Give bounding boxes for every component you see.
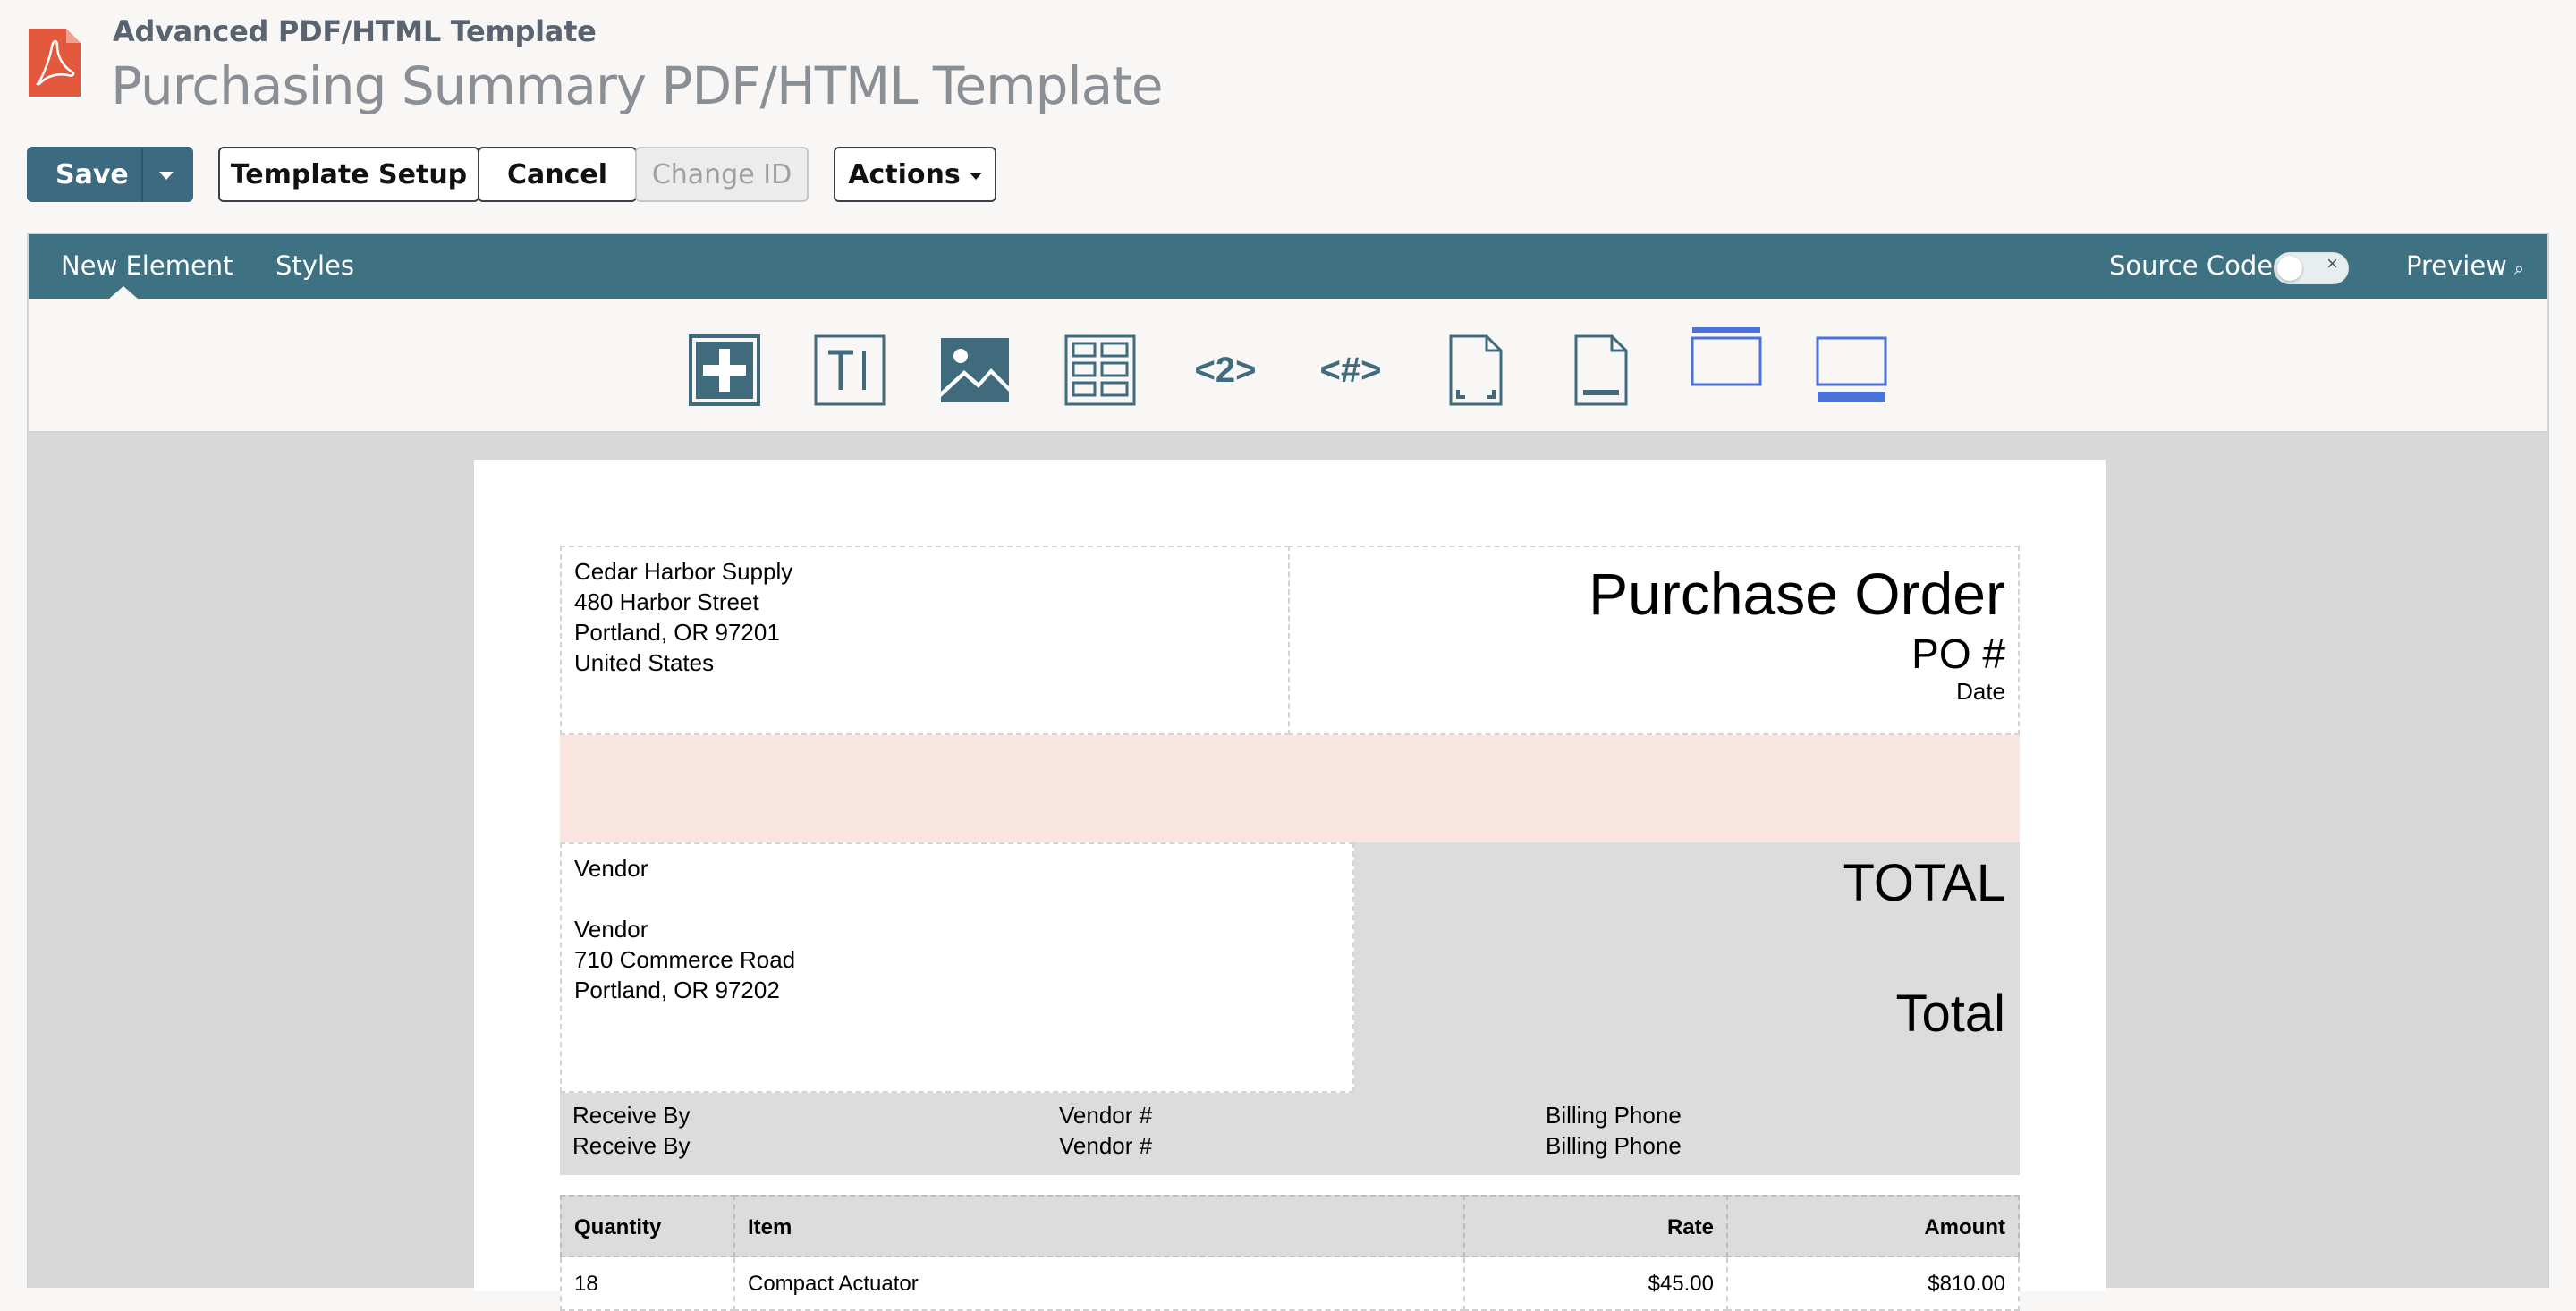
order-info-row[interactable]: Receive By Receive By Vendor # Vendor # … [560, 1093, 2020, 1175]
add-element-icon[interactable] [689, 334, 760, 406]
image-icon[interactable] [939, 334, 1011, 406]
table-cell-amount: $810.00 [1726, 1257, 2020, 1311]
vendor-block[interactable]: Vendor Vendor 710 Commerce Road Portland… [560, 842, 1354, 1093]
column-header-quantity: Quantity [560, 1195, 735, 1257]
table-icon[interactable] [1064, 334, 1136, 406]
total-label: TOTAL [1843, 854, 2005, 912]
highlight-band[interactable] [560, 735, 2020, 842]
page-footer-icon[interactable] [1565, 334, 1637, 406]
actions-button[interactable]: Actions [834, 147, 996, 202]
vendor-city: Portland, OR 97202 [574, 977, 780, 1003]
toggle-knob [2277, 256, 2302, 281]
company-country: United States [574, 649, 715, 676]
receive-by-column: Receive By Receive By [572, 1100, 691, 1161]
vendor-heading: Vendor [574, 855, 648, 882]
po-title: Purchase Order [1589, 561, 2005, 627]
company-street: 480 Harbor Street [574, 588, 759, 615]
vendor-number-label: Vendor # [1059, 1102, 1153, 1129]
po-number: PO # [1911, 630, 2005, 677]
toggle-off-icon: × [2326, 252, 2338, 275]
actions-label: Actions [848, 158, 961, 190]
table-cell-item: Compact Actuator [733, 1257, 1465, 1311]
template-editor: New Element Styles Source Code × Preview… [27, 233, 2549, 1311]
cancel-button[interactable]: Cancel [478, 147, 637, 202]
items-table[interactable]: Quantity Item Rate Amount 18 Compact Act… [560, 1195, 2020, 1311]
vendor-name: Vendor [574, 916, 648, 943]
table-cell-quantity: 18 [560, 1257, 735, 1311]
save-button[interactable]: Save [27, 147, 193, 202]
company-name: Cedar Harbor Supply [574, 558, 793, 585]
source-code-toggle[interactable]: × [2274, 252, 2349, 284]
column-header-rate: Rate [1463, 1195, 1728, 1257]
app-subtitle: Advanced PDF/HTML Template [113, 14, 597, 48]
magnifier-icon: ⌕ [2513, 258, 2525, 279]
save-divider [141, 148, 143, 202]
receive-by-value: Receive By [572, 1132, 691, 1159]
company-address-block[interactable]: Cedar Harbor Supply 480 Harbor Street Po… [560, 546, 1290, 735]
save-label: Save [55, 158, 129, 190]
table-cell-rate: $45.00 [1463, 1257, 1728, 1311]
source-code-label: Source Code [2109, 250, 2274, 281]
po-heading-block[interactable]: Purchase Order PO # Date [1288, 546, 2020, 735]
vendor-street: 710 Commerce Road [574, 946, 796, 973]
page-title: Purchasing Summary PDF/HTML Template [111, 55, 1164, 116]
preview-button[interactable]: Preview ⌕ [2406, 250, 2524, 281]
vendor-number-column: Vendor # Vendor # [1059, 1100, 1152, 1161]
element-toolbar: <2> <#> [29, 299, 2547, 433]
billing-phone-value: Billing Phone [1546, 1132, 1682, 1159]
editor-tab-bar: New Element Styles Source Code × Preview… [29, 234, 2547, 299]
actions-dropdown-icon [969, 173, 982, 180]
vendor-spacer [574, 884, 1340, 914]
billing-phone-label: Billing Phone [1546, 1102, 1682, 1129]
pdf-file-icon [29, 29, 80, 97]
footer-icon[interactable] [1816, 336, 1887, 408]
po-date: Date [1956, 678, 2005, 705]
save-dropdown-icon[interactable] [159, 172, 174, 180]
app-header: Advanced PDF/HTML Template Purchasing Su… [0, 0, 2576, 134]
total-value: Total [1895, 985, 2005, 1043]
change-id-button: Change ID [635, 147, 809, 202]
column-header-amount: Amount [1726, 1195, 2020, 1257]
tab-new-element[interactable]: New Element [61, 250, 233, 281]
page-body-icon[interactable] [1440, 334, 1512, 406]
tab-styles[interactable]: Styles [275, 250, 354, 281]
company-city: Portland, OR 97201 [574, 619, 780, 646]
receive-by-label: Receive By [572, 1102, 691, 1129]
preview-label: Preview [2406, 250, 2507, 281]
header-icon[interactable] [1690, 326, 1762, 397]
template-page: Cedar Harbor Supply 480 Harbor Street Po… [474, 460, 2106, 1311]
template-setup-button[interactable]: Template Setup [218, 147, 479, 202]
field-icon[interactable]: <2> [1188, 334, 1263, 406]
vendor-number-value: Vendor # [1059, 1132, 1153, 1159]
text-icon[interactable] [814, 334, 886, 406]
page-number-icon[interactable]: <#> [1313, 334, 1388, 406]
column-header-item: Item [733, 1195, 1465, 1257]
active-tab-indicator [109, 286, 138, 299]
billing-phone-column: Billing Phone Billing Phone [1546, 1100, 1682, 1161]
